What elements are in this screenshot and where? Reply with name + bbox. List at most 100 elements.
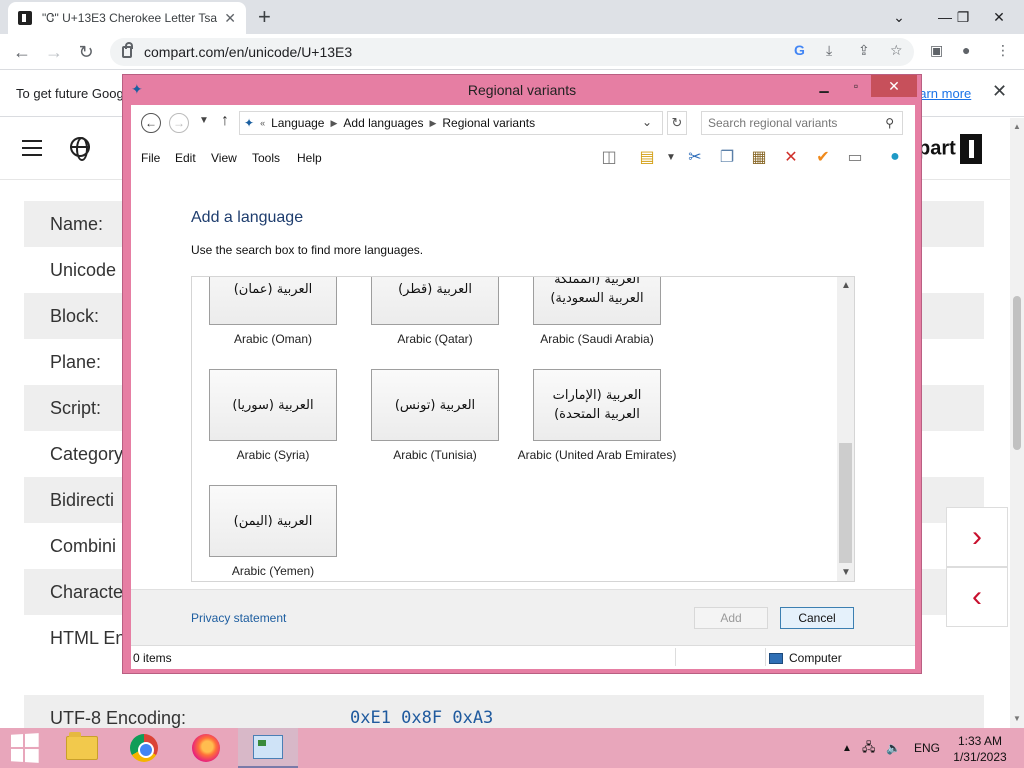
tab-search-icon[interactable]: ⌄	[876, 0, 922, 34]
scrollbar-thumb[interactable]	[1013, 296, 1021, 450]
network-icon[interactable]: 🖧	[862, 728, 875, 768]
regional-variants-window: ✦ Regional variants ▁ ▫ ✕ ← → ▼ ↑ ✦ « La…	[122, 74, 922, 674]
show-hidden-icons[interactable]: ▲	[842, 728, 852, 768]
scroll-up-icon[interactable]: ▲	[1013, 122, 1021, 131]
menu-file[interactable]: File	[141, 151, 160, 165]
next-character-button[interactable]: ›	[946, 507, 1008, 567]
menu-view[interactable]: View	[211, 151, 237, 165]
side-panel-icon[interactable]: ▣	[930, 42, 943, 59]
language-tile-saudi-arabia[interactable]: العربية (المملكة العربية السعودية)	[533, 277, 661, 325]
language-grid-scrollbar[interactable]: ▲ ▼	[837, 277, 854, 581]
profile-avatar-icon[interactable]: ●	[962, 42, 970, 58]
language-caption-yemen[interactable]: Arabic (Yemen)	[192, 564, 363, 578]
start-button[interactable]	[0, 728, 48, 768]
language-caption-uae[interactable]: Arabic (United Arab Emirates)	[507, 448, 687, 462]
delete-icon[interactable]: ✕	[779, 146, 803, 168]
breadcrumb-separator-icon[interactable]: ▶	[429, 118, 436, 129]
folder-options-icon[interactable]: ▤	[635, 146, 659, 168]
chrome-menu-icon[interactable]: ⋮	[996, 42, 1010, 59]
recent-locations-dropdown-icon[interactable]: ▼	[199, 115, 209, 126]
dialog-close-button[interactable]: ✕	[871, 75, 917, 97]
infobar-close-icon[interactable]: ✕	[992, 81, 1007, 102]
new-tab-button[interactable]: +	[258, 4, 271, 30]
dialog-maximize-button[interactable]: ▫	[841, 75, 871, 97]
language-caption-qatar[interactable]: Arabic (Qatar)	[345, 332, 525, 346]
previous-character-button[interactable]: ‹	[946, 567, 1008, 627]
language-tile-syria[interactable]: العربية (سوريا)	[209, 369, 337, 441]
share-icon[interactable]: ⇪	[858, 42, 870, 59]
language-caption-oman[interactable]: Arabic (Oman)	[192, 332, 363, 346]
globe-network-icon[interactable]: ●	[883, 146, 907, 168]
tab-title: "Ꮳ" U+13E3 Cherokee Letter Tsa	[42, 10, 217, 25]
grid-scroll-down-icon[interactable]: ▼	[841, 567, 851, 578]
control-panel-icon	[253, 735, 283, 759]
copy-icon[interactable]: ❐	[715, 146, 739, 168]
site-logo[interactable]: part	[918, 134, 982, 164]
globe-icon[interactable]	[70, 137, 90, 161]
lock-icon[interactable]	[122, 42, 133, 58]
taskbar-chrome[interactable]	[114, 728, 174, 768]
status-bar: 0 items Computer	[131, 645, 915, 669]
volume-icon[interactable]: 🔈	[886, 728, 901, 768]
page-scrollbar[interactable]: ▲ ▼	[1010, 118, 1024, 728]
language-tile-tunisia[interactable]: العربية (تونس)	[371, 369, 499, 441]
breadcrumb-item-language[interactable]: Language	[271, 116, 324, 130]
search-icon[interactable]: ⚲	[885, 116, 894, 130]
bookmark-star-icon[interactable]: ☆	[890, 42, 903, 59]
tab-close-icon[interactable]: ✕	[224, 10, 236, 27]
language-caption-tunisia[interactable]: Arabic (Tunisia)	[345, 448, 525, 462]
menu-help[interactable]: Help	[297, 151, 322, 165]
install-icon[interactable]: ⤓	[826, 42, 832, 59]
up-level-icon[interactable]: ↑	[221, 112, 229, 130]
breadcrumb-chevron-icon[interactable]: «	[260, 118, 265, 128]
back-icon[interactable]: ←	[10, 40, 34, 64]
search-input[interactable]: Search regional variants ⚲	[701, 111, 903, 135]
windows-logo-icon	[11, 733, 39, 763]
language-caption-saudi-arabia[interactable]: Arabic (Saudi Arabia)	[507, 332, 687, 346]
back-circle-icon[interactable]: ←	[141, 113, 161, 133]
browser-tab[interactable]: "Ꮳ" U+13E3 Cherokee Letter Tsa ✕	[8, 2, 246, 34]
breadcrumb[interactable]: ✦ « Language ▶ Add languages ▶ Regional …	[239, 111, 663, 135]
language-tile-yemen[interactable]: العربية (اليمن)	[209, 485, 337, 557]
input-language[interactable]: ENG	[914, 728, 940, 768]
taskbar-firefox[interactable]	[176, 728, 236, 768]
grid-scroll-up-icon[interactable]: ▲	[841, 280, 851, 291]
taskbar-control-panel[interactable]	[238, 728, 298, 768]
properties-check-icon[interactable]: ✔	[811, 146, 835, 168]
breadcrumb-separator-icon[interactable]: ▶	[330, 118, 337, 129]
google-lens-icon[interactable]: G	[794, 42, 805, 58]
firefox-icon	[192, 734, 220, 762]
system-clock[interactable]: 1:33 AM 1/31/2023	[944, 733, 1016, 765]
scroll-down-icon[interactable]: ▼	[1013, 714, 1021, 723]
forward-circle-icon[interactable]: →	[169, 113, 189, 133]
refresh-icon[interactable]: ↻	[667, 111, 687, 135]
privacy-statement-link[interactable]: Privacy statement	[191, 611, 286, 625]
windows-taskbar: ▲ 🖧 🔈 ENG 1:33 AM 1/31/2023	[0, 728, 1024, 768]
paste-icon[interactable]: ▦	[747, 146, 771, 168]
menu-edit[interactable]: Edit	[175, 151, 196, 165]
row-label: UTF-8 Encoding:	[50, 708, 187, 728]
menu-tools[interactable]: Tools	[252, 151, 280, 165]
language-tile-oman[interactable]: العربية (عمان)	[209, 277, 337, 325]
forward-icon[interactable]: →	[42, 40, 66, 64]
window-titlebar[interactable]: ✦ Regional variants ▁ ▫ ✕	[123, 75, 921, 105]
breadcrumb-item-regional-variants[interactable]: Regional variants	[442, 116, 535, 130]
cut-icon[interactable]: ✂	[683, 146, 707, 168]
preview-pane-icon[interactable]: ◫	[597, 146, 621, 168]
dialog-minimize-button[interactable]: ▁	[809, 75, 839, 97]
rename-icon[interactable]: ▭	[843, 146, 867, 168]
breadcrumb-item-add-languages[interactable]: Add languages	[343, 116, 423, 130]
taskbar-file-explorer[interactable]	[52, 728, 112, 768]
language-tile-uae[interactable]: العربية (الإمارات العربية المتحدة)	[533, 369, 661, 441]
grid-scrollbar-thumb[interactable]	[839, 443, 852, 563]
file-explorer-icon	[66, 732, 98, 760]
add-button[interactable]: Add	[694, 607, 768, 629]
reload-icon[interactable]: ↻	[74, 40, 98, 64]
language-tile-qatar[interactable]: العربية (قطر)	[371, 277, 499, 325]
folder-dropdown-icon[interactable]: ▼	[659, 146, 683, 168]
window-close-button[interactable]: ✕	[976, 0, 1022, 34]
address-dropdown-icon[interactable]: ⌄	[642, 115, 652, 129]
language-caption-syria[interactable]: Arabic (Syria)	[192, 448, 363, 462]
hamburger-menu-icon[interactable]	[22, 140, 42, 161]
cancel-button[interactable]: Cancel	[780, 607, 854, 629]
